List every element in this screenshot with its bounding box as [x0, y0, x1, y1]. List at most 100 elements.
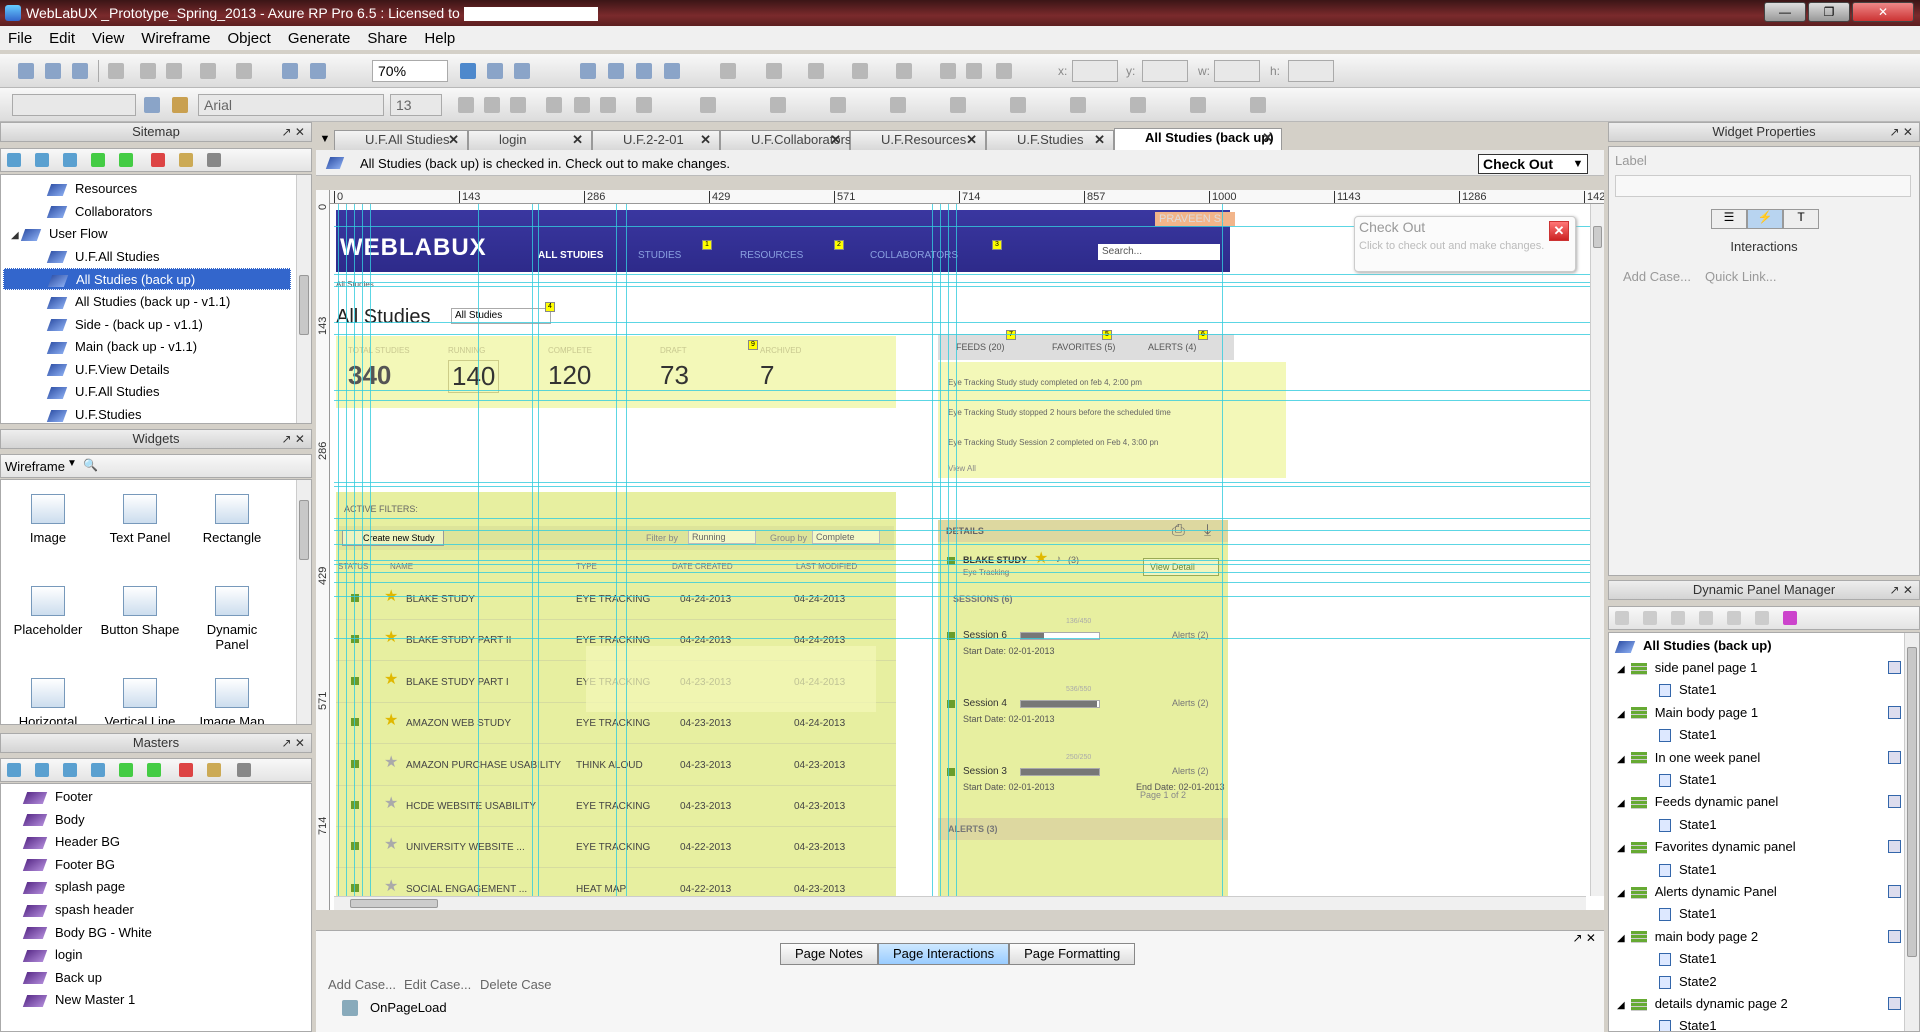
feed-tab-alerts-4[interactable]: ALERTS (4) [1148, 342, 1196, 352]
select-pointer-icon[interactable] [460, 63, 476, 79]
doc-tab-u-f-2-2-01[interactable]: U.F.2-2-01 ✕ [592, 130, 720, 150]
text-style-icon[interactable] [700, 97, 716, 113]
sitemap-item-u-f-view-details[interactable]: U.F.View Details [3, 359, 293, 381]
minimize-button[interactable]: — [1764, 2, 1806, 22]
print-icon[interactable]: ⎙ [1172, 522, 1185, 540]
move-up-icon[interactable] [35, 153, 49, 167]
connector-icon[interactable] [514, 63, 530, 79]
edit-case-link[interactable]: Edit Case... [404, 977, 471, 992]
dpm-state-state1[interactable]: State1 [1659, 948, 1717, 970]
close-tab-icon[interactable]: ✕ [448, 131, 459, 149]
collapse-arrow-icon[interactable]: ◢ [1617, 664, 1625, 675]
align-left-icon[interactable] [546, 97, 562, 113]
site-nav-studies[interactable]: STUDIES [638, 250, 681, 261]
sitemap-item-user-flow[interactable]: ◢ User Flow [3, 223, 293, 245]
panel-visibility-checkbox[interactable] [1888, 997, 1901, 1010]
search-icon[interactable] [237, 763, 251, 777]
feed-item[interactable]: Eye Tracking Study Session 2 completed o… [948, 438, 1158, 447]
session-alerts[interactable]: Alerts (2) [1172, 766, 1209, 776]
row-name[interactable]: UNIVERSITY WEBSITE ... [406, 842, 525, 853]
add-case-link[interactable]: Add Case... [328, 977, 396, 992]
text-color-icon[interactable] [636, 97, 652, 113]
dpm-root-page[interactable]: All Studies (back up) [1614, 635, 1772, 657]
collapse-arrow-icon[interactable]: ◢ [1617, 933, 1625, 944]
favorite-star-icon[interactable]: ★ [384, 878, 398, 894]
doc-tab-u-f-studies[interactable]: U.F.Studies ✕ [986, 130, 1114, 150]
tooltip-close-icon[interactable]: ✕ [1549, 221, 1569, 241]
font-size-select[interactable]: 13 [390, 94, 442, 116]
select-contain-icon[interactable] [487, 63, 503, 79]
dpm-state-state2[interactable]: State2 [1659, 971, 1717, 993]
doc-tab-u-f-resources[interactable]: U.F.Resources ✕ [850, 130, 986, 150]
add-master-icon[interactable] [7, 763, 21, 777]
panel-visibility-checkbox[interactable] [1888, 705, 1901, 719]
widget-button-shape[interactable]: Button Shape [97, 586, 183, 637]
close-tab-icon[interactable]: ✕ [830, 131, 841, 149]
close-window-button[interactable]: ✕ [1852, 2, 1914, 22]
master-item-body[interactable]: Body [22, 809, 85, 831]
text-tab-icon[interactable]: T [1783, 209, 1819, 229]
session-name[interactable]: Session 4 [963, 698, 1007, 709]
widgets-scrollbar[interactable] [296, 480, 311, 724]
ungroup-icon[interactable] [608, 63, 624, 79]
panel-pin-close-icon[interactable]: ↗ ✕ [282, 430, 305, 448]
site-nav-collaborators[interactable]: COLLABORATORS [870, 250, 958, 261]
dpm-state-state1[interactable]: State1 [1659, 859, 1717, 881]
row-name[interactable]: SOCIAL ENGAGEMENT ... [406, 884, 527, 895]
doc-tab-login[interactable]: login ✕ [468, 130, 592, 150]
user-menu[interactable]: PRAVEEN S. [1155, 212, 1235, 226]
visibility-icon[interactable] [1070, 97, 1086, 113]
details-pager[interactable]: Page 1 of 2 [1140, 790, 1186, 800]
sitemap-item-collaborators[interactable]: Collaborators [3, 201, 293, 223]
master-item-new-master-1[interactable]: New Master 1 [22, 989, 135, 1011]
undo-icon[interactable] [200, 63, 216, 79]
dpm-panel-details-dynamic-page-2[interactable]: ◢ details dynamic page 2 [1617, 993, 1901, 1015]
align-list-icon[interactable] [940, 63, 956, 79]
indent-icon[interactable] [91, 153, 105, 167]
master-item-body-bg-white[interactable]: Body BG - White [22, 922, 152, 944]
dpm-scrollbar[interactable] [1904, 633, 1919, 1031]
canvas-h-scrollbar[interactable] [334, 896, 1586, 910]
properties-tab-icon[interactable]: ☰ [1711, 209, 1747, 229]
redo-icon[interactable] [236, 63, 252, 79]
italic-icon[interactable] [484, 97, 500, 113]
move-down-icon[interactable] [1699, 611, 1713, 625]
collapse-arrow-icon[interactable]: ◢ [11, 225, 23, 247]
onpageload-event[interactable]: OnPageLoad [370, 1000, 447, 1015]
widget-text-panel[interactable]: Text Panel [97, 494, 183, 545]
favorite-star-icon[interactable]: ★ [384, 713, 398, 729]
align-center-icon[interactable] [574, 97, 590, 113]
quick-link[interactable]: Quick Link... [1705, 269, 1777, 284]
master-item-back-up[interactable]: Back up [22, 967, 102, 989]
line-style-icon[interactable] [852, 63, 868, 79]
download-icon[interactable]: ⤓ [1204, 522, 1211, 540]
dpm-state-state1[interactable]: State1 [1659, 679, 1717, 701]
close-tab-icon[interactable]: ✕ [1094, 131, 1105, 149]
menu-edit[interactable]: Edit [49, 30, 75, 47]
master-item-footer-bg[interactable]: Footer BG [22, 854, 115, 876]
favorite-star-icon[interactable]: ★ [384, 671, 398, 687]
favorite-star-icon[interactable]: ★ [384, 837, 398, 853]
duplicate-state-icon[interactable] [1643, 611, 1657, 625]
close-tab-icon[interactable]: ✕ [1262, 129, 1273, 147]
collapse-arrow-icon[interactable]: ◢ [1617, 843, 1625, 854]
line-color-icon[interactable] [766, 63, 782, 79]
annotation-icon[interactable] [1190, 97, 1206, 113]
dpm-state-state1[interactable]: State1 [1659, 814, 1717, 836]
panel-pin-close-icon[interactable]: ↗ ✕ [1890, 581, 1913, 599]
preview-icon[interactable] [282, 63, 298, 79]
y-field[interactable] [1142, 60, 1188, 82]
panel-visibility-checkbox[interactable] [1888, 795, 1901, 809]
session-alerts[interactable]: Alerts (2) [1172, 698, 1209, 708]
close-tab-icon[interactable]: ✕ [700, 131, 711, 149]
sitemap-item-all-studies-back-up-v1-1[interactable]: All Studies (back up - v1.1) [3, 291, 293, 313]
master-item-footer[interactable]: Footer [22, 786, 93, 808]
footnote-icon[interactable] [1250, 97, 1266, 113]
widget-vertical-line[interactable]: Vertical Line [97, 678, 183, 724]
label-field[interactable] [1615, 175, 1911, 197]
line-width-icon[interactable] [808, 63, 824, 79]
tab-list-dropdown-icon[interactable]: ▼ [316, 128, 334, 150]
rename-icon[interactable] [207, 763, 221, 777]
add-case-link[interactable]: Add Case... [1623, 269, 1691, 284]
site-nav-all-studies[interactable]: ALL STUDIES [538, 250, 603, 261]
